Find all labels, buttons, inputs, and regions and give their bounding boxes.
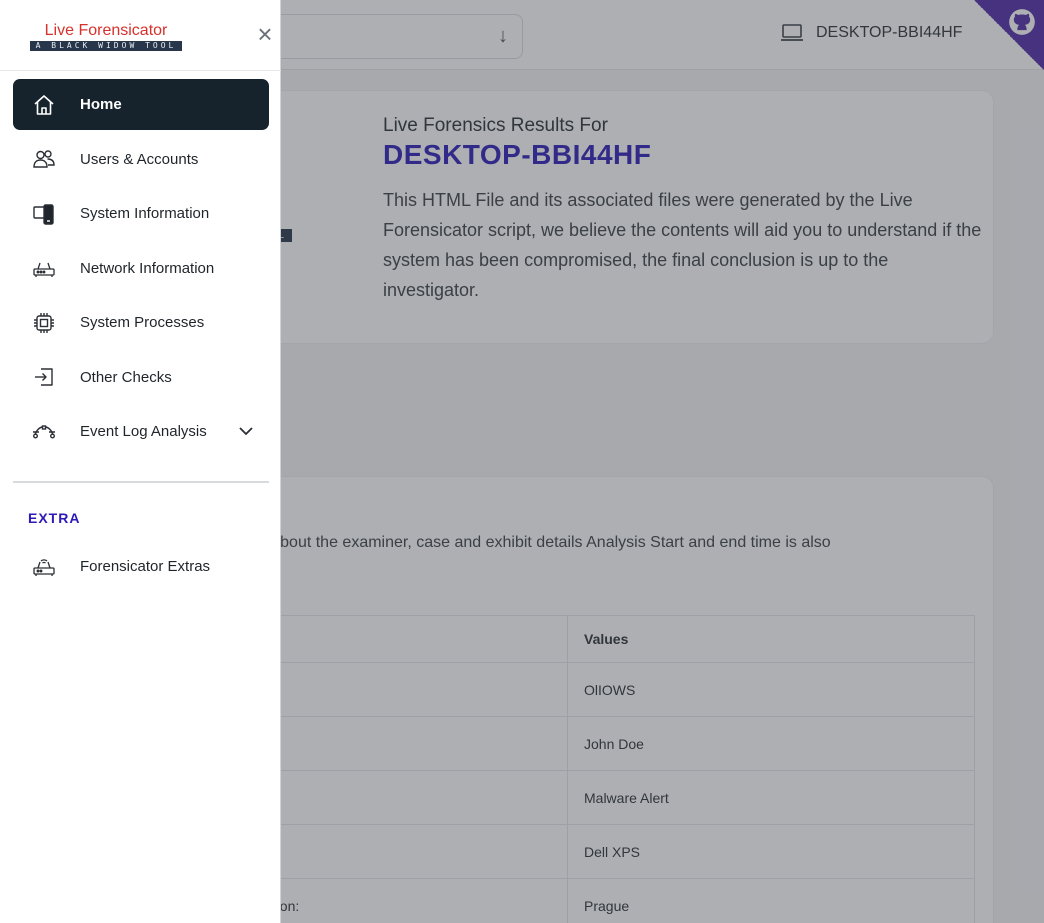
sidebar-nav: Home Users & Accounts System Information xyxy=(13,79,269,461)
router-icon xyxy=(31,255,57,281)
brand-tagline: A BLACK WIDOW TOOL xyxy=(30,41,182,51)
sidebar-item-system-information[interactable]: System Information xyxy=(13,188,269,239)
section-label-extra: EXTRA xyxy=(28,510,81,526)
sidebar-drawer: Live Forensicator A BLACK WIDOW TOOL × H… xyxy=(0,0,281,923)
chevron-down-icon[interactable] xyxy=(237,422,255,440)
sidebar-item-other-checks[interactable]: Other Checks xyxy=(13,352,269,403)
sidebar-item-home[interactable]: Home xyxy=(13,79,269,130)
sidebar-header: Live Forensicator A BLACK WIDOW TOOL × xyxy=(0,0,281,71)
login-icon xyxy=(31,364,57,390)
sidebar-item-network-information[interactable]: Network Information xyxy=(13,243,269,294)
sidebar-item-label: System Information xyxy=(80,205,210,222)
sidebar-item-event-log-analysis[interactable]: Event Log Analysis xyxy=(13,406,269,457)
devices-icon xyxy=(31,201,57,227)
sidebar-item-label: System Processes xyxy=(80,314,205,331)
sidebar-item-label: Forensicator Extras xyxy=(80,558,211,575)
sidebar-item-label: Home xyxy=(80,96,122,113)
sidebar-item-forensicator-extras[interactable]: Forensicator Extras xyxy=(13,541,269,592)
sidebar-item-label: Users & Accounts xyxy=(80,150,199,168)
sidebar-divider xyxy=(13,481,269,483)
sidebar-item-users-accounts[interactable]: Users & Accounts xyxy=(13,134,269,185)
brand-name: Live Forensicator xyxy=(44,22,168,39)
close-icon[interactable]: × xyxy=(252,20,278,48)
sidebar-item-system-processes[interactable]: System Processes xyxy=(13,297,269,348)
sidebar-item-label: Network Information xyxy=(80,259,215,277)
vector-curve-icon xyxy=(31,419,57,445)
sidebar-item-label: Other Checks xyxy=(80,368,172,386)
home-icon xyxy=(31,92,57,118)
sidebar-extra-nav: Forensicator Extras xyxy=(13,541,269,596)
users-icon xyxy=(31,146,57,172)
brand-logo[interactable]: Live Forensicator A BLACK WIDOW TOOL xyxy=(30,22,182,51)
router-icon xyxy=(31,554,57,580)
sidebar-item-label: Event Log Analysis xyxy=(80,423,207,440)
cpu-icon xyxy=(31,310,57,336)
